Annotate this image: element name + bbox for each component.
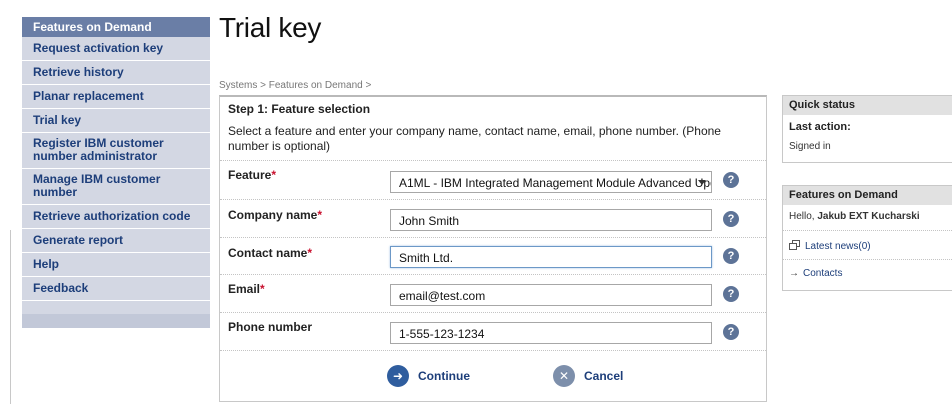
divider [783, 230, 952, 231]
nav-item-register-customer-number-admin[interactable]: Register IBM customer number administrat… [22, 133, 210, 169]
step-header-row: Step 1: Feature selection Select a featu… [220, 97, 766, 161]
fod-panel-title: Features on Demand [783, 186, 952, 205]
left-nav: Features on Demand Request activation ke… [22, 17, 210, 328]
help-icon[interactable]: ? [723, 324, 739, 340]
required-marker: * [260, 282, 265, 296]
nav-footer [22, 314, 210, 328]
feature-selection-form: Step 1: Feature selection Select a featu… [219, 95, 767, 402]
nav-item-planar-replacement[interactable]: Planar replacement [22, 85, 210, 109]
quick-status-panel: Quick status Last action: Signed in [782, 95, 952, 163]
help-icon[interactable]: ? [723, 286, 739, 302]
contact-row: Contact name* Smith Ltd. ? [220, 238, 766, 275]
arrow-right-circle-icon: ➜ [387, 365, 409, 387]
email-label: Email* [228, 282, 265, 296]
company-label: Company name* [228, 208, 323, 222]
nav-item-trial-key[interactable]: Trial key [22, 109, 210, 133]
company-row: Company name* John Smith ? [220, 200, 766, 238]
nav-item-retrieve-authorization-code[interactable]: Retrieve authorization code [22, 205, 210, 229]
help-icon[interactable]: ? [723, 211, 739, 227]
nav-item-request-activation-key[interactable]: Request activation key [22, 37, 210, 61]
divider [783, 259, 952, 260]
page-title: Trial key [219, 12, 322, 43]
user-name: Jakub EXT Kucharski [817, 211, 920, 222]
breadcrumb-separator: > [365, 80, 372, 91]
email-row: Email* email@test.com ? [220, 275, 766, 313]
cancel-button[interactable]: ✕ Cancel [553, 364, 623, 388]
contact-label: Contact name* [228, 246, 313, 260]
feature-row: Feature* A1ML - IBM Integrated Managemen… [220, 161, 766, 200]
continue-button[interactable]: ➜ Continue [387, 364, 470, 388]
feature-select-value: A1ML - IBM Integrated Management Module … [399, 176, 712, 190]
nav-header[interactable]: Features on Demand [22, 17, 210, 37]
required-marker: * [271, 168, 277, 182]
nav-item-generate-report[interactable]: Generate report [22, 229, 210, 253]
required-marker: * [317, 208, 323, 222]
edge-divider [10, 230, 11, 404]
nav-item-retrieve-history[interactable]: Retrieve history [22, 61, 210, 85]
feature-label: Feature* [228, 168, 277, 182]
chevron-down-icon [698, 180, 706, 185]
nav-item-manage-customer-number[interactable]: Manage IBM customer number [22, 169, 210, 205]
last-action-value: Signed in [789, 141, 831, 152]
cancel-label: Cancel [584, 369, 624, 383]
quick-status-title: Quick status [783, 96, 952, 115]
contacts-link[interactable]: Contacts [803, 268, 842, 279]
breadcrumb: Systems > Features on Demand > [219, 80, 371, 91]
x-circle-icon: ✕ [553, 365, 575, 387]
contact-name-input[interactable]: Smith Ltd. [390, 246, 712, 268]
required-marker: * [307, 246, 313, 260]
contacts-row: → Contacts [789, 268, 842, 279]
feature-select[interactable]: A1ML - IBM Integrated Management Module … [390, 171, 712, 193]
phone-label: Phone number [228, 320, 313, 334]
email-input[interactable]: email@test.com [390, 284, 712, 306]
help-icon[interactable]: ? [723, 248, 739, 264]
latest-news-row: Latest news(0) [789, 240, 871, 252]
last-action-label: Last action: [789, 121, 851, 133]
nav-item-feedback[interactable]: Feedback [22, 277, 210, 301]
company-name-input[interactable]: John Smith [390, 209, 712, 231]
greeting: Hello, Jakub EXT Kucharski [789, 211, 920, 222]
arrow-right-icon: → [789, 268, 799, 279]
phone-row: Phone number 1-555-123-1234 ? [220, 313, 766, 351]
features-on-demand-panel: Features on Demand Hello, Jakub EXT Kuch… [782, 185, 952, 291]
continue-label: Continue [418, 369, 470, 383]
breadcrumb-separator: > [260, 80, 266, 91]
latest-news-link[interactable]: Latest news(0) [805, 241, 871, 252]
step-description: Select a feature and enter your company … [228, 124, 721, 153]
help-icon[interactable]: ? [723, 172, 739, 188]
step-title: Step 1: Feature selection [228, 102, 371, 116]
breadcrumb-features-on-demand[interactable]: Features on Demand [269, 80, 363, 91]
windows-icon [789, 240, 801, 250]
nav-item-help[interactable]: Help [22, 253, 210, 277]
phone-number-input[interactable]: 1-555-123-1234 [390, 322, 712, 344]
breadcrumb-systems[interactable]: Systems [219, 80, 257, 91]
